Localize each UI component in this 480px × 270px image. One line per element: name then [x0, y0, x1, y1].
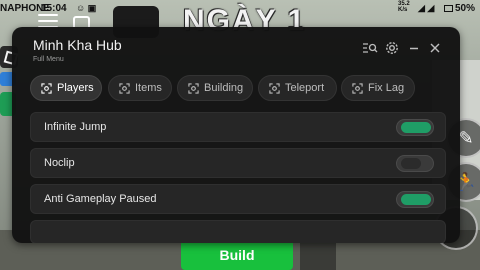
hub-subtitle: Full Menu	[33, 56, 64, 63]
tab-players[interactable]: Players	[30, 75, 102, 101]
tab-fix-lag[interactable]: Fix Lag	[341, 75, 415, 101]
infinite-jump-toggle[interactable]	[396, 119, 434, 136]
feature-row-partial	[30, 220, 446, 243]
noclip-toggle[interactable]	[396, 155, 434, 172]
tab-items[interactable]: Items	[108, 75, 172, 101]
feature-label: Noclip	[44, 157, 75, 169]
feature-label: Anti Gameplay Paused	[44, 193, 157, 205]
notification-icons: ☺ ▣	[76, 3, 97, 13]
tab-building[interactable]: Building	[177, 75, 253, 101]
tab-players-icon	[41, 83, 52, 94]
close-icon[interactable]	[427, 40, 443, 56]
tab-label: Building	[204, 82, 244, 94]
search-list-icon[interactable]	[362, 40, 378, 56]
hub-window: Minh Kha Hub Full Menu Players Items Bui…	[12, 27, 460, 243]
minus-icon[interactable]	[406, 40, 422, 56]
feature-row-anti-gameplay-paused: Anti Gameplay Paused	[30, 184, 446, 214]
tab-items-icon	[119, 83, 130, 94]
tab-label: Items	[135, 82, 162, 94]
anti-gameplay-paused-toggle[interactable]	[396, 191, 434, 208]
status-bar: NAPHONE 15:04 ☺ ▣ 35.2 K/s ◢ ◢ 50%	[0, 0, 480, 16]
battery-icon	[444, 4, 453, 12]
tab-building-icon	[188, 83, 199, 94]
signal-icon: ◢ ◢	[418, 3, 435, 13]
tab-teleport-icon	[269, 83, 280, 94]
feature-row-infinite-jump: Infinite Jump	[30, 112, 446, 142]
tab-teleport[interactable]: Teleport	[258, 75, 337, 101]
feature-row-noclip: Noclip	[30, 148, 446, 178]
network-speed: 35.2 K/s	[398, 1, 410, 13]
feature-label: Infinite Jump	[44, 121, 107, 133]
game-block	[300, 240, 336, 270]
tab-label: Teleport	[285, 82, 325, 94]
tab-fix-lag-icon	[352, 83, 363, 94]
battery-indicator: 50%	[444, 3, 475, 14]
tab-label: Players	[57, 82, 94, 94]
tab-label: Fix Lag	[368, 82, 405, 94]
hub-title: Minh Kha Hub	[33, 37, 122, 53]
gear-icon[interactable]	[384, 40, 400, 56]
status-clock: 15:04	[41, 3, 67, 14]
